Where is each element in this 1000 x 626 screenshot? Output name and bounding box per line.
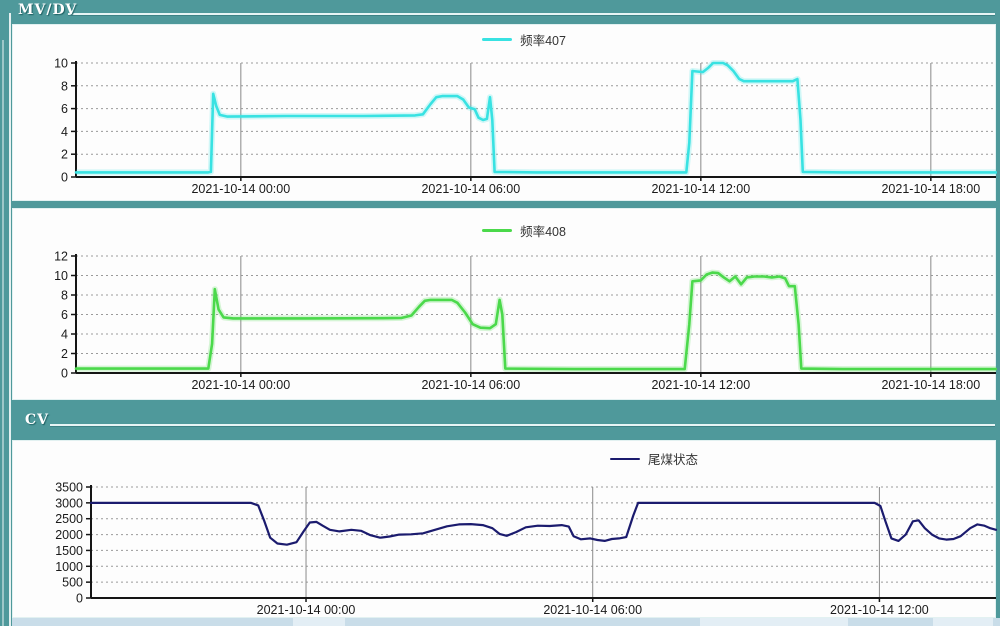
svg-text:10: 10 <box>54 269 68 283</box>
bottom-partial-cell <box>933 618 993 626</box>
chart-svg-freq407: 0 2 4 6 8 10 2021-10-14 00:00 2021-10-14 06:00 2… <box>13 25 997 202</box>
chart-panel-tailcoal: 尾煤状态 0 500 1000 1500 2000 2500 30003500 2021-10… <box>12 440 996 618</box>
chart-legend: 尾煤状态 <box>163 449 1000 468</box>
legend-swatch <box>482 229 512 232</box>
svg-text:2021-10-14 06:00: 2021-10-14 06:00 <box>421 378 520 392</box>
legend-label: 尾煤状态 <box>648 449 698 468</box>
svg-text:2021-10-14 06:00: 2021-10-14 06:00 <box>543 603 642 617</box>
chart-panel-freq407: 频率407 0 2 4 6 8 10 2021-10-14 00:00 2021-10-14 … <box>12 24 996 201</box>
group-rule-mvdv <box>68 13 995 15</box>
svg-text:2021-10-14 00:00: 2021-10-14 00:00 <box>257 603 356 617</box>
bottom-partial-cell <box>700 618 848 626</box>
svg-text:2000: 2000 <box>55 528 83 542</box>
svg-text:2: 2 <box>61 148 68 162</box>
svg-text:3000: 3000 <box>55 496 83 510</box>
svg-text:3500: 3500 <box>55 481 83 495</box>
svg-text:8: 8 <box>61 79 68 93</box>
window-left-border <box>2 40 4 626</box>
svg-text:2021-10-14 12:00: 2021-10-14 12:00 <box>830 603 929 617</box>
chart-legend: 频率408 <box>33 221 1000 240</box>
legend-swatch <box>482 38 512 41</box>
group-label-mvdv: MV/DV <box>18 2 77 18</box>
svg-text:12: 12 <box>54 250 68 264</box>
svg-text:2021-10-14 06:00: 2021-10-14 06:00 <box>421 182 520 196</box>
legend-swatch <box>610 458 640 460</box>
svg-text:4: 4 <box>61 125 68 139</box>
svg-text:6: 6 <box>61 102 68 116</box>
svg-text:1000: 1000 <box>55 560 83 574</box>
chart-legend: 频率407 <box>33 30 1000 49</box>
svg-text:2: 2 <box>61 347 68 361</box>
svg-text:4: 4 <box>61 328 68 342</box>
group-label-cv: CV <box>25 412 49 428</box>
svg-text:6: 6 <box>61 308 68 322</box>
svg-text:2021-10-14 00:00: 2021-10-14 00:00 <box>191 378 290 392</box>
chart-panel-freq408: 频率408 0 2 4 6 8 10 12 2021-10-14 00:00 2021-10-1… <box>12 208 996 400</box>
svg-text:0: 0 <box>61 367 68 381</box>
svg-text:2021-10-14 12:00: 2021-10-14 12:00 <box>651 182 750 196</box>
svg-text:1500: 1500 <box>55 544 83 558</box>
svg-text:2021-10-14 18:00: 2021-10-14 18:00 <box>881 378 980 392</box>
svg-text:500: 500 <box>62 576 83 590</box>
svg-text:8: 8 <box>61 289 68 303</box>
bottom-partial-row <box>12 618 1000 626</box>
group-rule-cv <box>50 424 995 426</box>
svg-text:0: 0 <box>61 171 68 185</box>
svg-text:2500: 2500 <box>55 512 83 526</box>
groupbox-left-border <box>9 13 11 626</box>
bottom-partial-cell <box>293 618 345 626</box>
svg-text:2021-10-14 00:00: 2021-10-14 00:00 <box>191 182 290 196</box>
legend-label: 频率407 <box>520 30 566 49</box>
svg-text:10: 10 <box>54 57 68 71</box>
svg-text:2021-10-14 18:00: 2021-10-14 18:00 <box>881 182 980 196</box>
svg-text:0: 0 <box>76 592 83 606</box>
legend-label: 频率408 <box>520 221 566 240</box>
svg-text:2021-10-14 12:00: 2021-10-14 12:00 <box>651 378 750 392</box>
